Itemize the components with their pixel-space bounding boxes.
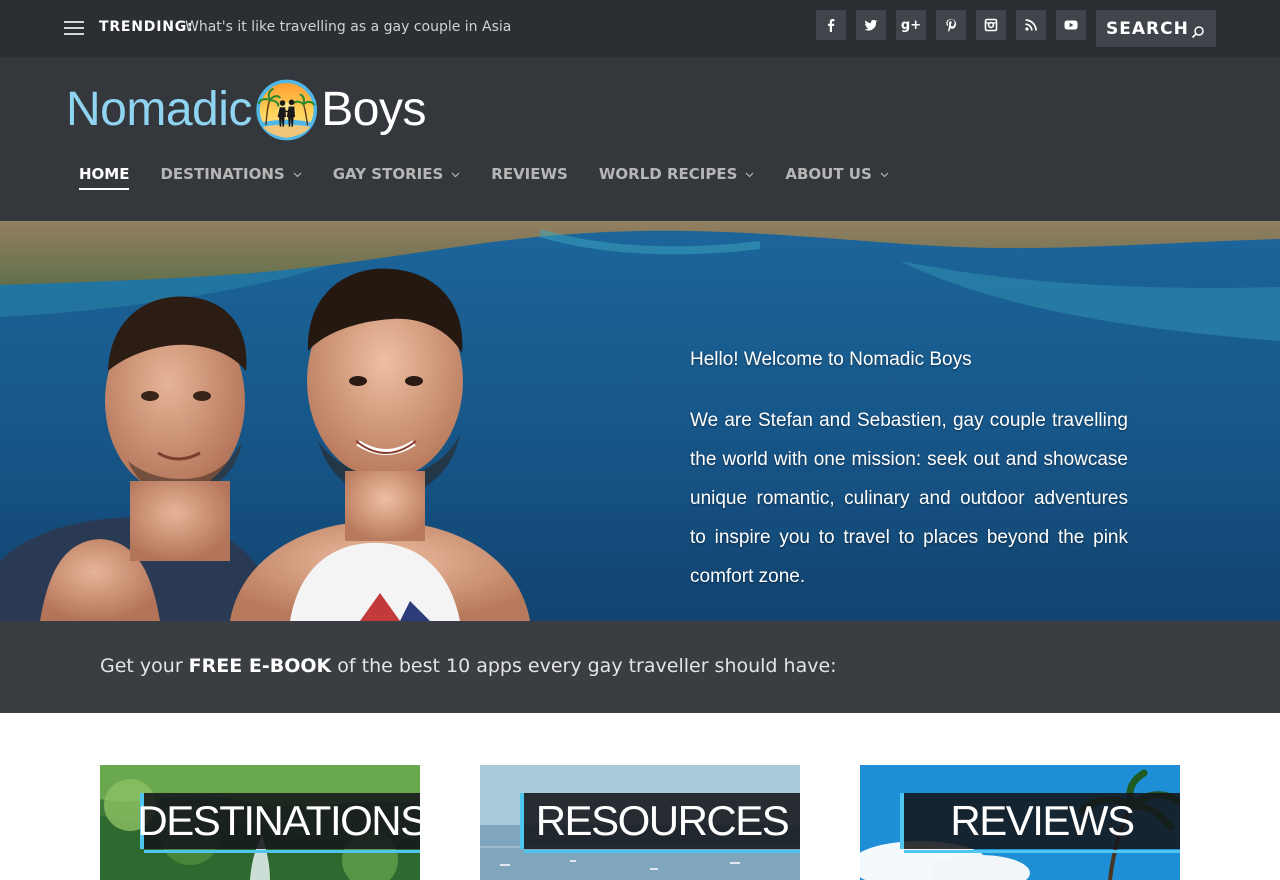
site-header: Nomadic Boys HOME DESTINATIONS GAY STORI… <box>0 57 1280 221</box>
card-destinations[interactable]: DESTINATIONS <box>100 765 420 880</box>
menu-toggle-icon[interactable] <box>64 21 84 36</box>
google-plus-glyph: g+ <box>900 17 922 33</box>
hero-description: We are Stefan and Sebastien, gay couple … <box>690 410 1128 587</box>
chevron-down-icon <box>880 172 889 177</box>
ebook-highlight: FREE E-BOOK <box>188 655 332 677</box>
card-resources-label: RESOURCES <box>520 793 800 853</box>
ebook-promo: Get your FREE E-BOOK of the best 10 apps… <box>0 621 1280 713</box>
search-icon[interactable] <box>1188 22 1208 42</box>
ebook-promo-text: Get your FREE E-BOOK of the best 10 apps… <box>100 655 837 677</box>
nav-item-gay-stories[interactable]: GAY STORIES <box>333 160 461 188</box>
nav-item-label: DESTINATIONS <box>160 165 285 183</box>
top-bar: TRENDING: What's it like travelling as a… <box>0 0 1280 57</box>
search-box <box>1096 10 1216 47</box>
chevron-down-icon <box>745 172 754 177</box>
search-input[interactable] <box>1096 10 1188 47</box>
ebook-suffix: of the best 10 apps every gay traveller … <box>331 655 837 677</box>
nav-item-world-recipes[interactable]: WORLD RECIPES <box>599 160 755 188</box>
nav-item-home[interactable]: HOME <box>79 160 130 190</box>
nav-item-label: REVIEWS <box>491 165 568 183</box>
card-reviews[interactable]: REVIEWS <box>860 765 1180 880</box>
card-reviews-label: REVIEWS <box>900 793 1180 853</box>
hero-banner: Hello! Welcome to Nomadic Boys We are St… <box>0 221 1280 621</box>
trending-label: TRENDING: <box>99 19 194 35</box>
nav-item-reviews[interactable]: REVIEWS <box>491 160 568 188</box>
twitter-icon[interactable] <box>856 10 886 40</box>
google-plus-icon[interactable]: g+ <box>896 10 926 40</box>
social-links: g+ <box>816 10 1086 40</box>
hero-greeting: Hello! Welcome to Nomadic Boys <box>690 349 972 370</box>
logo-word-nomadic: Nomadic <box>66 83 252 136</box>
facebook-icon[interactable] <box>816 10 846 40</box>
site-logo[interactable]: Nomadic Boys <box>66 64 426 156</box>
card-destinations-label: DESTINATIONS <box>137 793 420 853</box>
main-nav: HOME DESTINATIONS GAY STORIES REVIEWS WO… <box>79 160 920 190</box>
nav-item-destinations[interactable]: DESTINATIONS <box>160 160 302 188</box>
hero-intro: Hello! Welcome to Nomadic Boys We are St… <box>690 349 1128 596</box>
nav-item-label: HOME <box>79 165 130 183</box>
category-cards: DESTINATIONS RESOURCES REVIEWS <box>100 765 1180 880</box>
logo-word-boys: Boys <box>321 83 426 136</box>
nav-item-about-us[interactable]: ABOUT US <box>785 160 889 188</box>
ebook-prefix: Get your <box>100 655 189 677</box>
card-resources[interactable]: RESOURCES <box>480 765 800 880</box>
pinterest-icon[interactable] <box>936 10 966 40</box>
youtube-icon[interactable] <box>1056 10 1086 40</box>
chevron-down-icon <box>451 172 460 177</box>
rss-icon[interactable] <box>1016 10 1046 40</box>
chevron-down-icon <box>293 172 302 177</box>
trending-article-link[interactable]: What's it like travelling as a gay coupl… <box>185 19 511 35</box>
nav-item-label: GAY STORIES <box>332 165 444 183</box>
nav-item-label: WORLD RECIPES <box>598 165 738 183</box>
nav-item-label: ABOUT US <box>785 165 872 183</box>
instagram-icon[interactable] <box>976 10 1006 40</box>
logo-badge-icon <box>256 79 317 141</box>
